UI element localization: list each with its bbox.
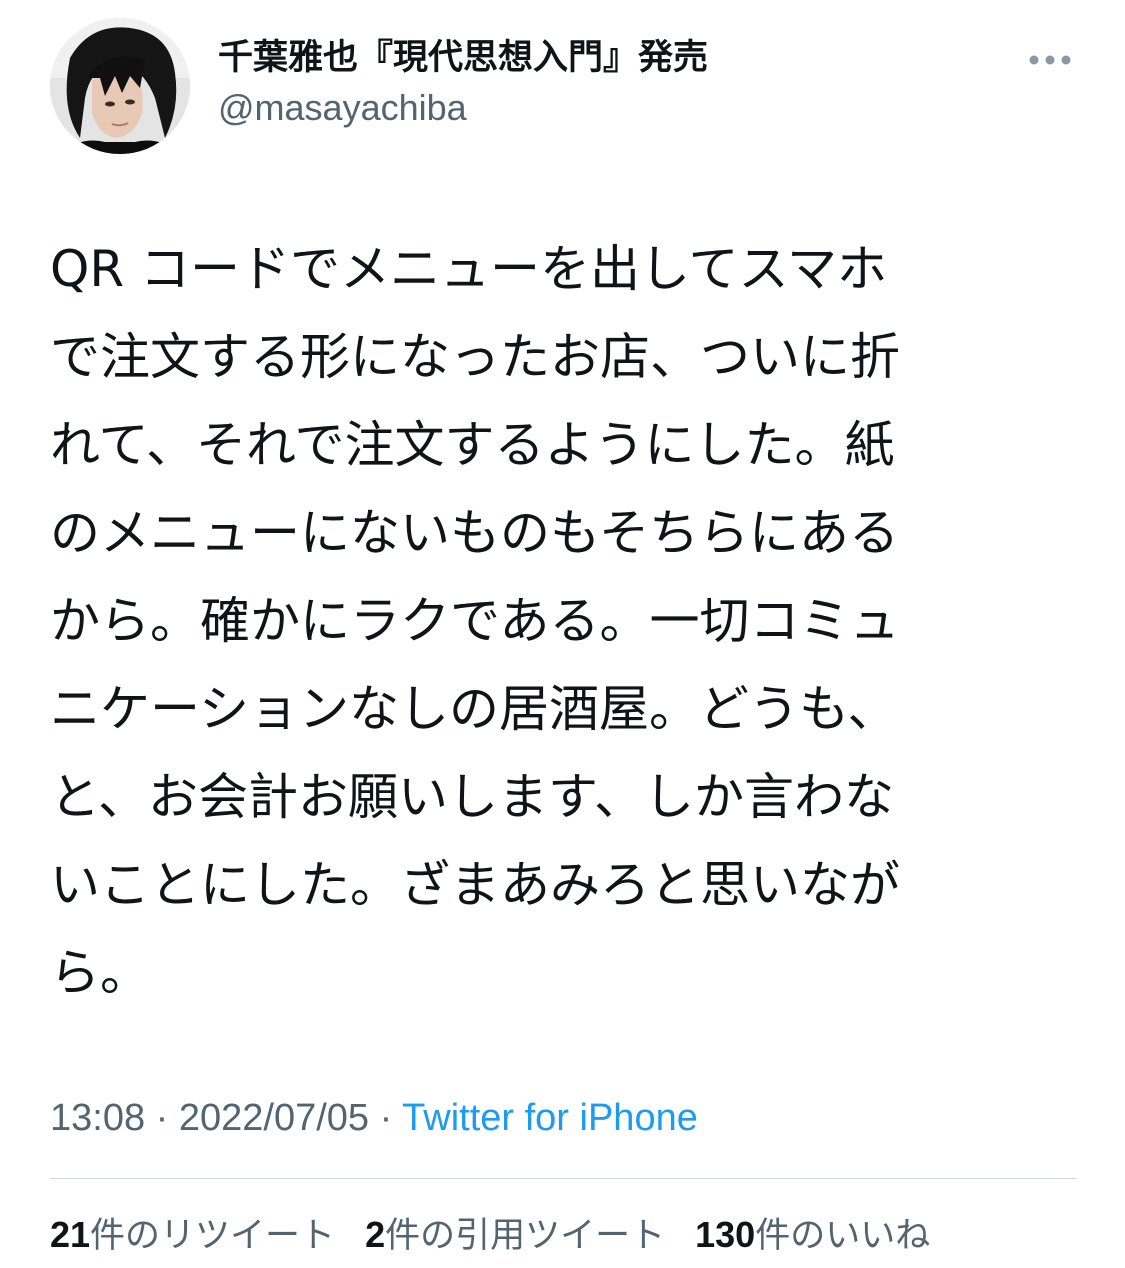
tweet-text-line: のメニューにないものもそちらにある: [50, 504, 899, 562]
retweets-stat[interactable]: 21件のリツイート: [50, 1210, 335, 1260]
quotes-stat[interactable]: 2件の引用ツイート: [365, 1210, 665, 1260]
tweet-text-line: ニケーションなしの居酒屋。どうも、: [50, 680, 898, 738]
likes-count: 130: [695, 1214, 756, 1255]
retweets-label: 件のリツイート: [90, 1216, 336, 1256]
tweet-text-line: から。確かにラクである。一切コミュ: [50, 592, 900, 650]
tweet-source-link[interactable]: Twitter for iPhone: [402, 1097, 698, 1139]
tweet-text-line: と、お会計お願いします、しか言わな: [50, 768, 894, 826]
display-name[interactable]: 千葉雅也『現代思想入門』発売: [218, 36, 708, 80]
more-options-button[interactable]: [1020, 40, 1080, 80]
likes-label: 件のいいね: [755, 1216, 931, 1256]
retweets-count: 21: [50, 1214, 91, 1255]
tweet-text-line: れて、それで注文するようにした。紙: [50, 416, 895, 474]
meta-separator: ·: [145, 1097, 179, 1139]
tweet-time[interactable]: 13:08: [50, 1097, 145, 1139]
tweet-stats: 21件のリツイート 2件の引用ツイート 130件のいいね: [50, 1210, 930, 1260]
tweet-text-line: で注文する形になったお店、ついに折: [50, 328, 900, 386]
quotes-label: 件の引用ツイート: [385, 1216, 666, 1256]
profile-photo-icon: [50, 18, 190, 154]
more-horizontal-icon: [1029, 55, 1071, 65]
meta-separator: ·: [369, 1097, 403, 1139]
avatar[interactable]: [50, 18, 190, 154]
divider: [50, 1178, 1077, 1179]
tweet-detail: 千葉雅也『現代思想入門』発売 @masayachiba QR コードでメニューを…: [0, 0, 1125, 1268]
tweet-text-line: QR コードでメニューを出してスマホ: [50, 240, 887, 298]
tweet-date[interactable]: 2022/07/05: [179, 1097, 369, 1139]
tweet-text-line: いことにした。ざまあみろと思いなが: [50, 856, 900, 914]
user-handle[interactable]: @masayachiba: [218, 88, 708, 128]
tweet-meta: 13:08 · 2022/07/05 · Twitter for iPhone: [50, 1093, 698, 1143]
tweet-header: 千葉雅也『現代思想入門』発売 @masayachiba: [50, 18, 1080, 158]
author-names: 千葉雅也『現代思想入門』発売 @masayachiba: [218, 36, 708, 128]
likes-stat[interactable]: 130件のいいね: [695, 1210, 930, 1260]
quotes-count: 2: [365, 1214, 386, 1255]
tweet-text: QR コードでメニューを出してスマホ で注文する形になったお店、ついに折 れて、…: [50, 225, 1060, 1017]
tweet-text-line: ら。: [50, 944, 150, 1002]
